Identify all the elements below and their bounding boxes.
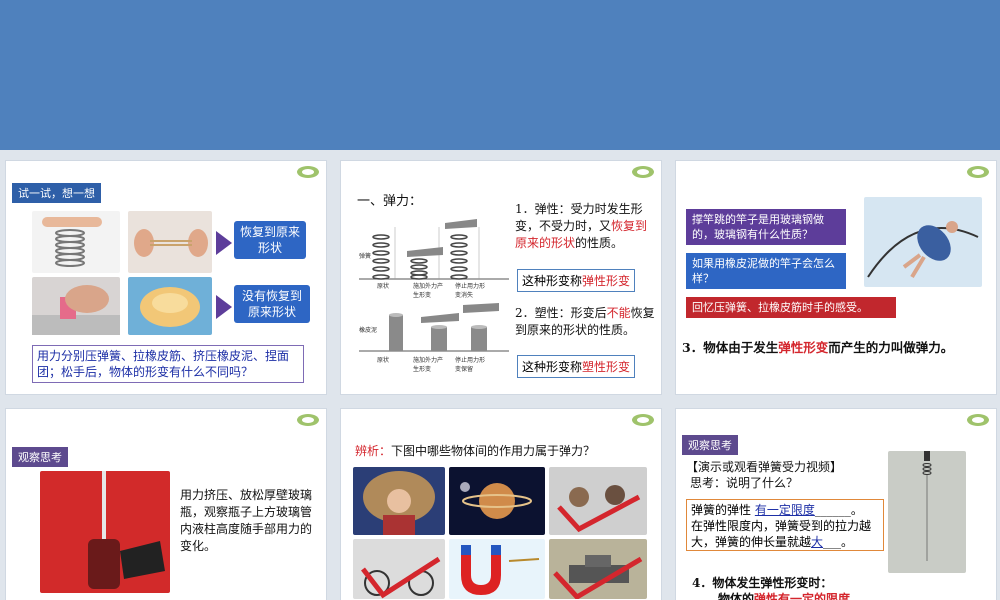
- rubber-band-photo: [128, 211, 212, 273]
- spring-caption-1: 原状: [377, 283, 390, 290]
- spring-label: 弹簧: [359, 253, 372, 260]
- arrow-right-icon: [216, 295, 232, 319]
- clay-caption-2: 施加外力产生形变: [413, 357, 444, 373]
- plastic-deformation-box: 这种形变称塑性形变: [517, 355, 636, 378]
- plasticity-definition: 2．塑性：形变后不能恢复到原来的形状的性质。: [515, 306, 655, 337]
- question-strip-2: 如果用橡皮泥做的竿子会怎么样？: [686, 253, 846, 289]
- slide-tag: 观察思考: [12, 447, 68, 467]
- slide-thumbnail-6[interactable]: 观察思考 【演示或观看弹簧受力视频】 思考：说明了什么？ 弹簧的弹性 有一定限度…: [675, 408, 997, 600]
- spring-diagram: [359, 219, 509, 280]
- clay-diagram: [359, 303, 509, 352]
- spring-caption-3: 停止用力形变消失: [455, 283, 486, 299]
- clay-caption-3: 停止用力形变保留: [455, 357, 486, 373]
- slide-thumbnail-2[interactable]: 一、弹力： 弹簧 原状 施加外力产生形变 停止用力形变消失 橡皮泥 原状 施加外…: [340, 160, 662, 395]
- bicycle-photo: [353, 539, 445, 599]
- spring-photo: [32, 211, 120, 273]
- point-4: 4．物体发生弹性形变时：: [692, 576, 833, 590]
- static-hair-photo: [353, 467, 445, 535]
- bottle-hand-icon: [88, 471, 165, 589]
- spring-scale-photo: [888, 451, 966, 573]
- logo-icon: [967, 414, 989, 426]
- slide-tag: 观察思考: [682, 435, 738, 455]
- hanging-spring-icon: [922, 451, 932, 561]
- clay-photo: [32, 277, 120, 335]
- slide-thumbnail-3[interactable]: 撑竿跳的竿子是用玻璃钢做的，玻璃钢有什么性质？ 如果用橡皮泥做的竿子会怎么样？ …: [675, 160, 997, 395]
- dough-icon: [140, 287, 200, 327]
- tank-icon: [553, 555, 643, 600]
- planet-icon: [460, 482, 532, 519]
- recover-shape-box: 恢复到原来形状: [234, 221, 306, 259]
- elastic-force-definition: 3．物体由于发生弹性形变而产生的力叫做弹力。: [682, 340, 954, 355]
- fill-line-2: 在弹性限度内，弹簧受到的拉力越大，弹簧的伸长量就越大___。: [691, 519, 872, 549]
- logo-icon: [632, 166, 654, 178]
- demo-heading: 【演示或观看弹簧受力视频】: [686, 460, 843, 474]
- tank-photo: [549, 539, 647, 600]
- think-prompt: 思考：说明了什么？: [690, 476, 799, 490]
- elastic-deformation-box: 这种形变称弹性形变: [517, 269, 636, 292]
- question-strip-1: 撑竿跳的竿子是用玻璃钢做的，玻璃钢有什么性质？: [686, 209, 846, 245]
- clay-caption-1: 原状: [377, 357, 390, 364]
- clay-hand-icon: [32, 285, 120, 335]
- point-4-detail: 物体的弹性有一定的限度: [718, 592, 851, 600]
- logo-icon: [297, 414, 319, 426]
- observation-text: 用力挤压、放松厚壁玻璃瓶，观察瓶子上方玻璃管内液柱高度随手部用力的变化。: [180, 488, 313, 553]
- arrow-right-icon: [216, 231, 232, 255]
- slide-tag: 试一试，想一想: [12, 183, 101, 203]
- logo-icon: [297, 166, 319, 178]
- girl-static-hair-icon: [363, 471, 435, 535]
- magnet-photo: [449, 539, 545, 599]
- elasticity-definition: 1．弹性：受力时发生形变，不受力时，又恢复到原来的形状的性质。: [515, 202, 648, 250]
- slide-thumbnail-5[interactable]: 辨析：下图中哪些物体间的作用力属于弹力？: [340, 408, 662, 600]
- magnet-icon: [461, 545, 540, 595]
- tug-of-war-photo: [549, 467, 647, 535]
- planets-photo: [449, 467, 545, 535]
- top-banner: [0, 0, 1000, 150]
- bicycle-icon: [361, 556, 441, 599]
- rubber-band-icon: [134, 229, 208, 257]
- question-strip-3: 回忆压弹簧、拉橡皮筋时手的感受。: [686, 297, 896, 318]
- glass-bottle-photo: [40, 471, 170, 593]
- logo-icon: [967, 166, 989, 178]
- pole-vault-photo: [864, 197, 982, 287]
- not-recover-shape-box: 没有恢复到原来形状: [234, 285, 310, 323]
- slide-thumbnail-1[interactable]: 试一试，想一想 恢复到原来形状 没有恢复到原来形状 用力分别压弹簧、拉橡皮筋、挤…: [5, 160, 327, 395]
- pole-vaulter-icon: [867, 221, 979, 279]
- question-text: 用力分别压弹簧、拉橡皮筋、挤压橡皮泥、捏面团；松手后，物体的形变有什么不同吗？: [32, 345, 304, 383]
- logo-icon: [632, 414, 654, 426]
- analysis-question: 辨析：下图中哪些物体间的作用力属于弹力？: [355, 444, 596, 458]
- spring-caption-2: 施加外力产生形变: [413, 283, 444, 299]
- fill-in-box: 弹簧的弹性 有一定限度______。 在弹性限度内，弹簧受到的拉力越大，弹簧的伸…: [686, 499, 884, 551]
- slide-thumbnail-4[interactable]: 观察思考 用力挤压、放松厚壁玻璃瓶，观察瓶子上方玻璃管内液柱高度随手部用力的变化…: [5, 408, 327, 600]
- dough-photo: [128, 277, 212, 335]
- checkmark-icon: [557, 485, 641, 533]
- clay-label: 橡皮泥: [359, 327, 378, 334]
- fill-line-1: 弹簧的弹性 有一定限度______。: [691, 503, 863, 517]
- spring-hand-icon: [42, 217, 102, 267]
